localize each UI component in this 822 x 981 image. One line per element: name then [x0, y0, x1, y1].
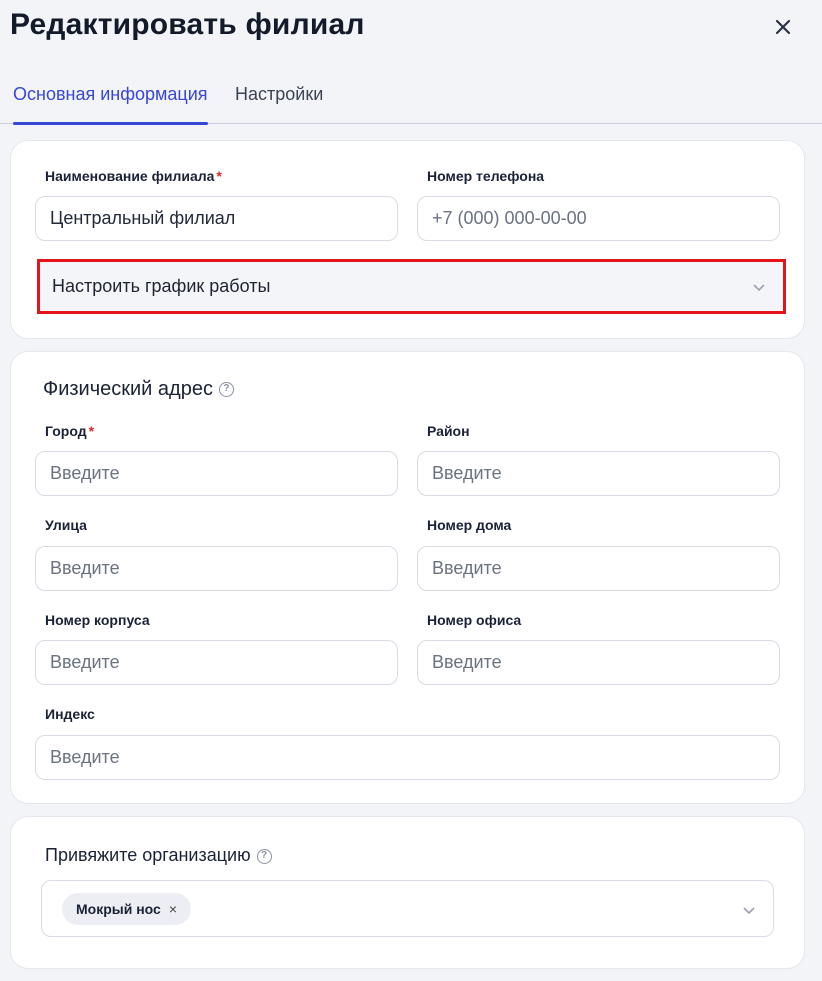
building-number-label: Номер корпуса	[45, 612, 150, 628]
phone-label: Номер телефона	[427, 168, 545, 184]
street-label: Улица	[45, 517, 87, 533]
chip-remove-icon[interactable]: ×	[169, 901, 177, 917]
schedule-label: Настроить график работы	[52, 276, 271, 296]
branch-name-input[interactable]: Центральный филиал	[35, 196, 398, 241]
house-number-label: Номер дома	[427, 517, 512, 533]
phone-input[interactable]: +7 (000) 000-00-00	[417, 196, 780, 241]
help-icon[interactable]: ?	[256, 848, 272, 864]
organization-chip: Мокрый нос ×	[62, 893, 192, 925]
office-number-input[interactable]: Введите	[417, 640, 780, 685]
index-label: Индекс	[45, 706, 95, 722]
district-label: Район	[427, 423, 470, 439]
schedule-dropdown[interactable]: Настроить график работы	[37, 259, 786, 314]
required-mark: *	[216, 168, 222, 184]
close-icon[interactable]	[770, 14, 796, 40]
building-number-input[interactable]: Введите	[35, 640, 398, 685]
house-number-input[interactable]: Введите	[417, 546, 780, 591]
district-input[interactable]: Введите	[417, 451, 780, 496]
required-mark: *	[88, 423, 95, 439]
organization-section-title: Привяжите организацию?	[45, 845, 272, 866]
city-label: Город *	[45, 423, 95, 439]
city-input[interactable]: Введите	[35, 451, 398, 496]
address-section-title: Физический адрес?	[43, 378, 234, 401]
office-number-label: Номер офиса	[427, 612, 522, 628]
tab-settings[interactable]: Настройки	[235, 76, 323, 124]
index-input[interactable]: Введите	[35, 735, 780, 780]
chevron-down-icon	[743, 907, 755, 915]
branch-name-label: Наименование филиала *	[45, 168, 222, 184]
chevron-down-icon	[753, 284, 765, 292]
tab-basic-info[interactable]: Основная информация	[13, 76, 208, 125]
chip-label: Мокрый нос	[76, 901, 161, 917]
organization-select[interactable]: Мокрый нос ×	[41, 880, 774, 937]
tab-bar: Основная информация Настройки	[0, 76, 822, 125]
dialog-title: Редактировать филиал	[10, 8, 365, 41]
help-icon[interactable]: ?	[218, 382, 234, 398]
street-input[interactable]: Введите	[35, 546, 398, 591]
dialog-header: Редактировать филиал Основная информация…	[0, 0, 822, 125]
